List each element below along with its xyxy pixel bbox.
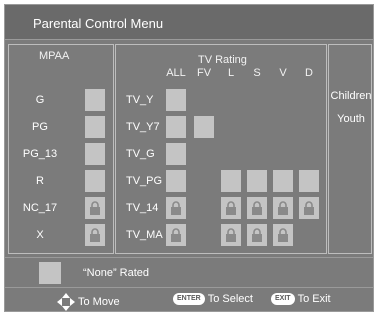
help-select: ENTER To Select xyxy=(173,293,253,305)
padlock-icon xyxy=(252,201,262,215)
tv-rating-checkbox-tv_ma-v[interactable] xyxy=(273,224,293,246)
none-rated-label: “None” Rated xyxy=(83,267,150,279)
padlock-icon xyxy=(226,201,236,215)
tv-rating-panel: TV Rating ALL FV L S V D TV_Y TV_Y7 TV_G TV_PG TV… xyxy=(115,44,327,254)
mpaa-header: MPAA xyxy=(39,50,70,62)
help-move: To Move xyxy=(57,293,120,311)
mpaa-rating-label: PG xyxy=(32,121,48,133)
mpaa-rating-checkbox-nc_17[interactable] xyxy=(85,197,105,219)
tv-rating-checkbox-tv_14-l[interactable] xyxy=(221,197,241,219)
tv-rating-checkbox-tv_14-v[interactable] xyxy=(273,197,293,219)
tv-rating-checkbox-tv_pg-v[interactable] xyxy=(273,170,293,192)
mpaa-rating-label: X xyxy=(36,229,44,241)
tv-rating-label: TV_Y7 xyxy=(126,121,160,133)
menu-title: Parental Control Menu xyxy=(33,16,164,31)
mpaa-rating-checkbox-pg_13[interactable] xyxy=(85,143,105,165)
padlock-icon xyxy=(226,228,236,242)
tv-rating-checkbox-tv_ma-all[interactable] xyxy=(166,224,186,246)
help-move-label: To Move xyxy=(78,296,120,308)
padlock-icon xyxy=(171,228,181,242)
help-exit-label: To Exit xyxy=(297,293,331,305)
mpaa-rating-label: R xyxy=(36,175,44,187)
tv-rating-checkbox-tv_y7-fv[interactable] xyxy=(194,116,214,138)
padlock-icon xyxy=(252,228,262,242)
padlock-icon xyxy=(171,201,181,215)
mpaa-rating-checkbox-pg[interactable] xyxy=(85,116,105,138)
padlock-icon xyxy=(304,201,314,215)
four-way-arrow-icon xyxy=(57,293,75,311)
tv-rating-checkbox-tv_14-d[interactable] xyxy=(299,197,319,219)
tv-rating-label: TV_14 xyxy=(126,202,159,214)
padlock-icon xyxy=(90,228,100,242)
tv-rating-label: TV_MA xyxy=(126,229,163,241)
parental-control-screen: Parental Control Menu MPAA G PG PG_13 R NC_1… xyxy=(4,4,374,312)
padlock-icon xyxy=(278,201,288,215)
none-rated-swatch xyxy=(39,262,61,284)
tv-rating-checkbox-tv_pg-all[interactable] xyxy=(166,170,186,192)
enter-key-icon: ENTER xyxy=(173,293,205,305)
padlock-icon xyxy=(90,201,100,215)
age-group-panel: Children Youth xyxy=(328,44,372,254)
title-bar: Parental Control Menu xyxy=(5,5,373,40)
mpaa-rating-label: PG_13 xyxy=(22,148,58,160)
tv-rating-checkbox-tv_ma-l[interactable] xyxy=(221,224,241,246)
mpaa-rating-label: G xyxy=(35,94,45,106)
tv-rating-checkbox-tv_y-all[interactable] xyxy=(166,89,186,111)
help-select-label: To Select xyxy=(207,293,253,305)
tv-rating-header: TV Rating xyxy=(198,54,247,66)
padlock-icon xyxy=(278,228,288,242)
tv-rating-checkbox-tv_y7-all[interactable] xyxy=(166,116,186,138)
tv-rating-label: TV_PG xyxy=(126,175,163,187)
children-label: Children xyxy=(330,90,372,102)
tv-rating-checkbox-tv_pg-l[interactable] xyxy=(221,170,241,192)
tv-column-header: D xyxy=(305,67,313,79)
mpaa-panel: MPAA G PG PG_13 R NC_17 X xyxy=(8,44,114,254)
legend-bar: “None” Rated xyxy=(5,257,373,288)
tv-rating-checkbox-tv_g-all[interactable] xyxy=(166,143,186,165)
tv-rating-checkbox-tv_14-s[interactable] xyxy=(247,197,267,219)
mpaa-rating-label: NC_17 xyxy=(22,202,58,214)
help-exit: EXIT To Exit xyxy=(271,293,331,305)
mpaa-rating-checkbox-r[interactable] xyxy=(85,170,105,192)
tv-rating-checkbox-tv_pg-d[interactable] xyxy=(299,170,319,192)
exit-key-icon: EXIT xyxy=(271,293,295,305)
help-bar: To Move ENTER To Select EXIT To Exit xyxy=(5,289,373,311)
mpaa-rating-checkbox-g[interactable] xyxy=(85,89,105,111)
tv-rating-checkbox-tv_pg-s[interactable] xyxy=(247,170,267,192)
youth-label: Youth xyxy=(337,113,365,125)
tv-rating-label: TV_Y xyxy=(126,94,154,106)
tv-rating-label: TV_G xyxy=(126,148,155,160)
mpaa-rating-checkbox-x[interactable] xyxy=(85,224,105,246)
tv-rating-checkbox-tv_ma-s[interactable] xyxy=(247,224,267,246)
tv-rating-checkbox-tv_14-all[interactable] xyxy=(166,197,186,219)
